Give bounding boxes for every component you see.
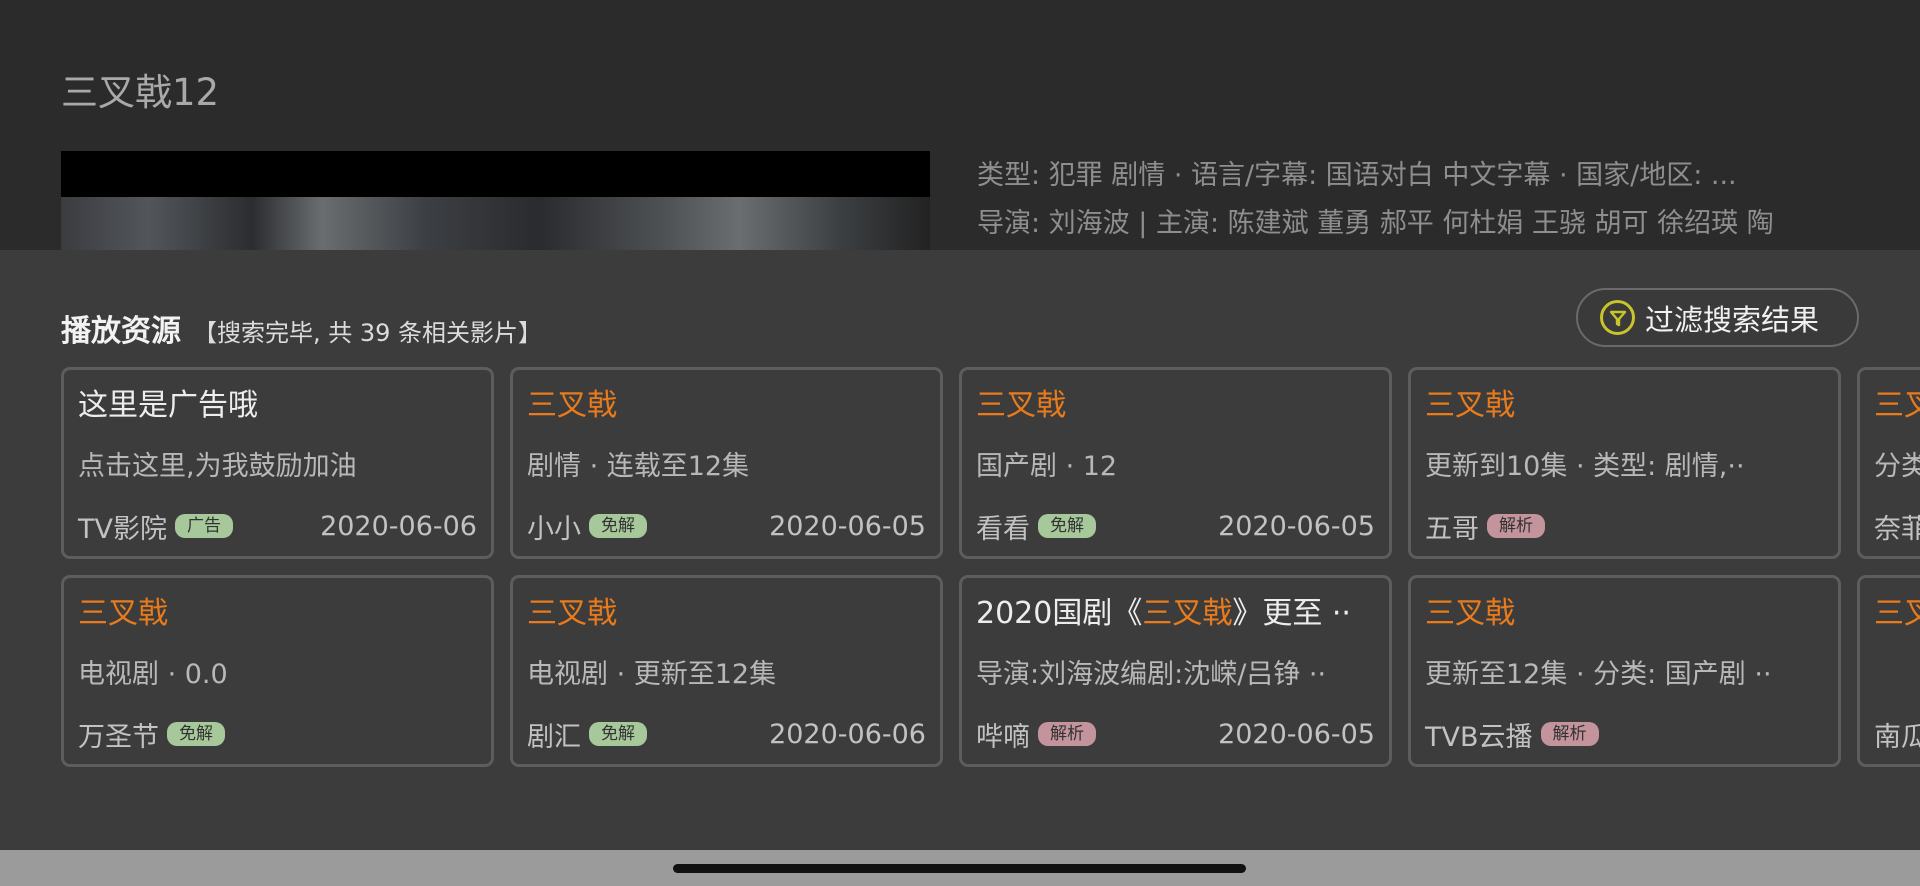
card-date: 2020-06-06 [769,718,926,750]
card-source: TV影院 [78,513,167,545]
card-info: 电视剧 · 更新至12集 [527,659,777,690]
card-title: 三叉戟 [78,596,168,631]
card-date: 2020-06-05 [769,510,926,542]
system-nav-bar [0,850,1920,886]
card-title: 三叉戟 [527,596,617,631]
card-footer: 奈菲 [1874,508,1920,545]
card-date: 2020-06-05 [1218,718,1375,750]
card-info: 国产剧 · 12 [976,451,1118,482]
card-source: 看看 [976,513,1030,545]
video-frame [61,197,930,250]
card-title: 三叉戟 [1874,388,1920,423]
card-footer: 小小 免解 2020-06-05 [527,508,926,545]
card-footer: 万圣节 免解 [78,716,477,753]
source-card[interactable]: 这里是广告哦 点击这里,为我鼓励加油 TV影院 广告 2020-06-06 [61,367,494,559]
card-title: 三叉戟 [976,388,1066,423]
free-badge: 免解 [1038,514,1096,538]
filter-results-button[interactable]: 过滤搜索结果 [1576,288,1859,347]
card-info: 更新至12集 · 分类: 国产剧 ·· [1425,659,1772,690]
filter-label: 过滤搜索结果 [1645,302,1820,337]
card-title: 2020国剧《三叉戟》更至 ·· [976,593,1375,635]
card-source: 剧汇 [527,721,581,753]
free-badge: 免解 [589,514,647,538]
source-card[interactable]: 三叉戟 南瓜 [1857,575,1920,767]
source-grid: 这里是广告哦 点击这里,为我鼓励加油 TV影院 广告 2020-06-06 三叉… [61,367,1920,767]
card-info: 导演:刘海波编剧:沈嵘/吕铮 ·· [976,659,1327,690]
source-card[interactable]: 三叉戟 更新到10集 · 类型: 剧情,·· 五哥 解析 [1408,367,1841,559]
card-source: TVB云播 [1425,721,1533,753]
card-title-highlight: 三叉戟 [1142,596,1233,631]
meta-cast-line: 导演: 刘海波 | 主演: 陈建斌 董勇 郝平 何杜娟 王骁 胡可 徐绍瑛 陶 [977,208,1774,239]
source-card[interactable]: 三叉戟 分类 奈菲 [1857,367,1920,559]
free-badge: 免解 [589,722,647,746]
sheet-header: 播放资源 【搜索完毕, 共 39 条相关影片】 [61,306,542,350]
card-title: 这里是广告哦 [78,388,258,423]
card-info: 更新到10集 · 类型: 剧情,·· [1425,451,1745,482]
card-title: 三叉戟 [1874,596,1920,631]
card-footer: 哔嘀 解析 2020-06-05 [976,716,1375,753]
filter-icon [1600,300,1635,335]
source-card[interactable]: 三叉戟 更新至12集 · 分类: 国产剧 ·· TVB云播 解析 [1408,575,1841,767]
card-source: 南瓜 [1874,721,1920,753]
card-footer: TVB云播 解析 [1425,716,1824,753]
meta-genre-line: 类型: 犯罪 剧情 · 语言/字幕: 国语对白 中文字幕 · 国家/地区: ..… [977,160,1737,191]
page-title: 三叉戟12 [61,71,220,114]
source-card[interactable]: 三叉戟 电视剧 · 更新至12集 剧汇 免解 2020-06-06 [510,575,943,767]
card-footer: 五哥 解析 [1425,508,1824,545]
card-info [1874,657,1920,693]
card-title: 三叉戟 [527,388,617,423]
source-card[interactable]: 三叉戟 电视剧 · 0.0 万圣节 免解 [61,575,494,767]
card-source: 奈菲 [1874,513,1920,545]
card-date: 2020-06-06 [320,510,477,542]
detail-page-background: 三叉戟12 类型: 犯罪 剧情 · 语言/字幕: 国语对白 中文字幕 · 国家/… [0,0,1920,287]
card-info: 剧情 · 连载至12集 [527,451,750,482]
card-source: 哔嘀 [976,721,1030,753]
card-title: 三叉戟 [1425,388,1515,423]
card-title-suffix: 》更至 ·· [1232,596,1351,631]
card-date: 2020-06-05 [1218,510,1375,542]
card-footer: 看看 免解 2020-06-05 [976,508,1375,545]
card-footer: TV影院 广告 2020-06-06 [78,508,477,545]
card-source: 五哥 [1425,513,1479,545]
card-source: 小小 [527,513,581,545]
card-title: 三叉戟 [1425,596,1515,631]
free-badge: 免解 [167,722,225,746]
search-status: 【搜索完毕, 共 39 条相关影片】 [193,319,543,347]
play-sources-sheet: 播放资源 【搜索完毕, 共 39 条相关影片】 过滤搜索结果 这里是广告哦 点击… [0,250,1920,850]
source-card[interactable]: 2020国剧《三叉戟》更至 ·· 导演:刘海波编剧:沈嵘/吕铮 ·· 哔嘀 解析… [959,575,1392,767]
card-source: 万圣节 [78,721,159,753]
card-info: 点击这里,为我鼓励加油 [78,451,357,482]
source-card[interactable]: 三叉戟 国产剧 · 12 看看 免解 2020-06-05 [959,367,1392,559]
card-title-prefix: 2020国剧《 [976,596,1143,631]
card-info: 电视剧 · 0.0 [78,659,228,690]
ad-badge: 广告 [174,514,233,538]
home-indicator[interactable] [673,864,1246,873]
card-footer: 剧汇 免解 2020-06-06 [527,716,926,753]
video-player[interactable] [61,151,930,250]
parse-badge: 解析 [1540,722,1599,746]
card-footer: 南瓜 [1874,716,1920,753]
card-info: 分类 [1874,451,1920,482]
parse-badge: 解析 [1038,722,1096,746]
source-card[interactable]: 三叉戟 剧情 · 连载至12集 小小 免解 2020-06-05 [510,367,943,559]
parse-badge: 解析 [1487,514,1545,538]
sheet-title: 播放资源 [61,314,181,349]
